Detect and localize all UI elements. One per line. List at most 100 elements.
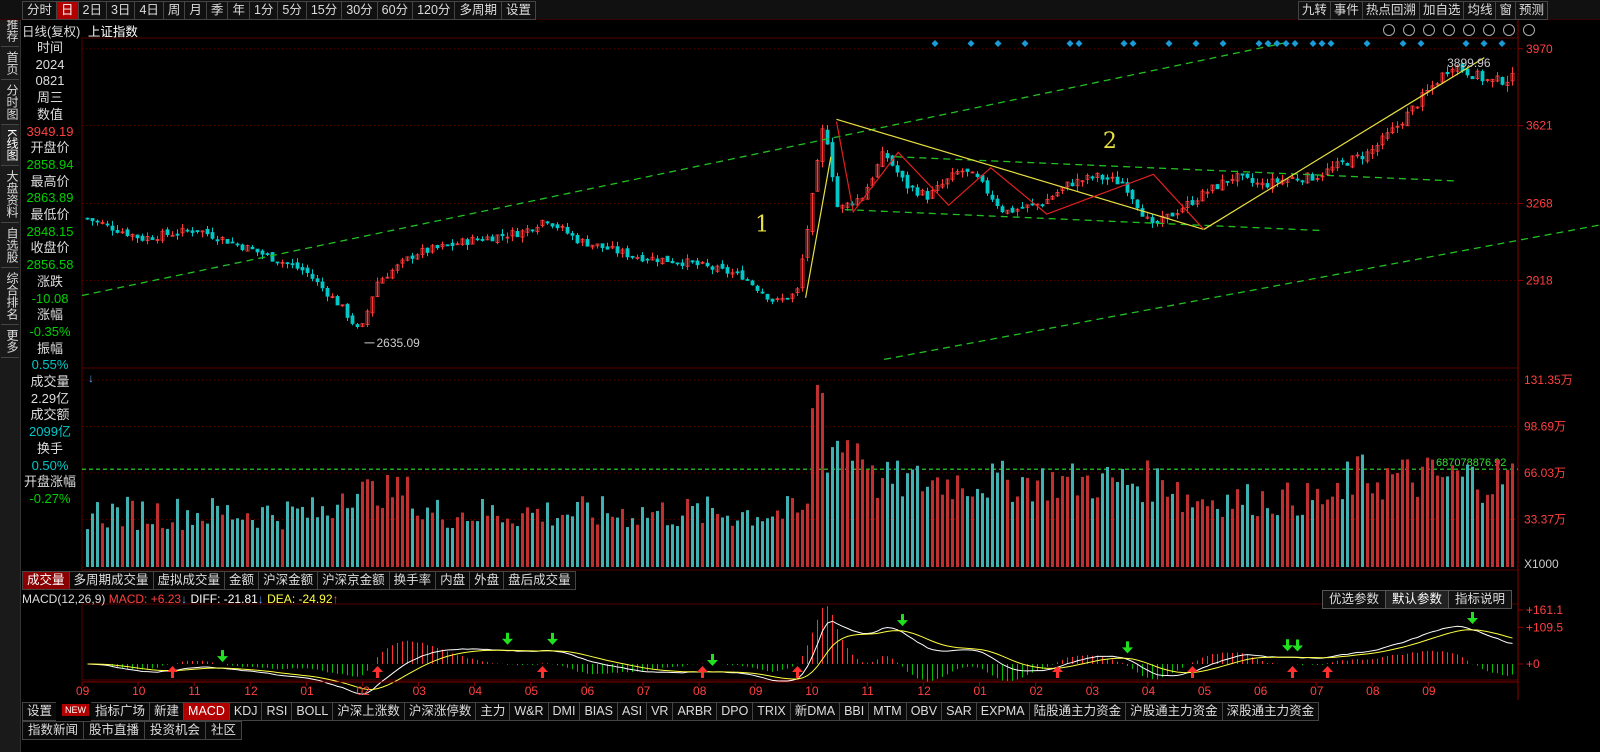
- period-button-13[interactable]: 60分: [376, 1, 413, 20]
- volume-bar: [1206, 506, 1209, 567]
- period-button-12[interactable]: 30分: [341, 1, 377, 20]
- indicator-tab-23[interactable]: SAR: [941, 702, 976, 721]
- sidenav-item-7[interactable]: 更多: [1, 325, 19, 359]
- volume-tab-8[interactable]: 外盘: [469, 571, 504, 590]
- news-tab-3[interactable]: 社区: [205, 721, 243, 740]
- sidenav-item-5[interactable]: 自选股: [1, 223, 19, 269]
- sidenav-item-6[interactable]: 综合排名: [1, 268, 19, 326]
- period-button-4[interactable]: 4日: [134, 1, 163, 20]
- indicator-tab-5[interactable]: KDJ: [228, 702, 262, 721]
- period-button-15[interactable]: 多周期: [454, 1, 501, 20]
- volume-bar: [1106, 466, 1109, 567]
- volume-tab-4[interactable]: 沪深金额: [258, 571, 318, 590]
- candle-body: [150, 237, 155, 240]
- period-button-0[interactable]: 分时: [22, 1, 57, 20]
- indicator-tab-9[interactable]: 沪深涨停数: [403, 702, 476, 721]
- volume-tab-5[interactable]: 沪深京金额: [317, 571, 389, 590]
- volume-bar: [246, 513, 249, 567]
- indicator-tab-17[interactable]: DPO: [716, 702, 753, 721]
- volume-bar: [411, 508, 414, 567]
- indicator-tab-27[interactable]: 深股通主力资金: [1221, 702, 1320, 721]
- chart-canvas[interactable]: 39703621326829182635.093899.9612131.35万9…: [0, 0, 1600, 752]
- indicator-tab-4[interactable]: MACD: [183, 702, 229, 721]
- period-button-2[interactable]: 2日: [77, 1, 106, 20]
- indicator-tab-2[interactable]: 指标广场: [91, 702, 150, 721]
- news-tab-2[interactable]: 投资机会: [144, 721, 206, 740]
- indicator-tab-10[interactable]: 主力: [475, 702, 510, 721]
- volume-tab-1[interactable]: 多周期成交量: [68, 571, 153, 590]
- volume-tab-9[interactable]: 盘后成交量: [503, 571, 576, 590]
- buy-arrow-icon: [697, 666, 708, 678]
- period-button-9[interactable]: 1分: [248, 1, 278, 20]
- period-button-10[interactable]: 5分: [277, 1, 306, 20]
- indicator-tab-0[interactable]: 设置: [22, 702, 57, 721]
- volume-tab-0[interactable]: 成交量: [22, 571, 69, 590]
- toolbar-right-button-1[interactable]: 事件: [1329, 1, 1362, 20]
- info-label-12: 成交额: [30, 407, 70, 423]
- indicator-tab-13[interactable]: BIAS: [579, 702, 617, 721]
- toolbar-right-button-2[interactable]: 热点回溯: [1361, 1, 1419, 20]
- indicator-tab-16[interactable]: ARBR: [672, 702, 717, 721]
- chart-mode[interactable]: 日线(复权): [22, 25, 80, 39]
- volume-bar: [1331, 496, 1334, 567]
- toolbar-right-button-0[interactable]: 九转: [1297, 1, 1330, 20]
- sidenav-item-4[interactable]: 大盘资料: [1, 166, 19, 224]
- indicator-tab-14[interactable]: ASI: [616, 702, 647, 721]
- indicator-tab-8[interactable]: 沪深上涨数: [332, 702, 404, 721]
- pencil-icon: [1403, 24, 1415, 36]
- macd-button-1[interactable]: 默认参数: [1384, 590, 1448, 609]
- news-tab-1[interactable]: 股市直播: [83, 721, 145, 740]
- period-button-8[interactable]: 年: [227, 1, 249, 20]
- volume-bar: [1336, 483, 1339, 567]
- period-button-11[interactable]: 15分: [305, 1, 342, 20]
- macd-button-0[interactable]: 优选参数: [1321, 590, 1385, 609]
- candle-body: [1310, 173, 1315, 181]
- indicator-tab-19[interactable]: 新DMA: [789, 702, 840, 721]
- indicator-tab-21[interactable]: MTM: [868, 702, 906, 721]
- candle-body: [260, 250, 265, 255]
- indicator-tab-20[interactable]: BBI: [839, 702, 869, 721]
- signal-diamond: [1309, 40, 1317, 47]
- period-button-3[interactable]: 3日: [105, 1, 135, 20]
- indicator-tab-15[interactable]: VR: [646, 702, 673, 721]
- info-value-3: 3949.19: [26, 123, 74, 139]
- indicator-tab-26[interactable]: 沪股通主力资金: [1125, 702, 1222, 721]
- indicator-tab-24[interactable]: EXPMA: [975, 702, 1029, 721]
- indicator-tab-1[interactable]: NEW: [62, 704, 90, 716]
- volume-tab-2[interactable]: 虚拟成交量: [152, 571, 225, 590]
- month-label-0: 09: [76, 684, 90, 698]
- period-button-16[interactable]: 设置: [500, 1, 536, 20]
- volume-bar: [1481, 502, 1484, 567]
- toolbar-right-button-5[interactable]: 窗: [1495, 1, 1515, 20]
- macd-button-2[interactable]: 指标说明: [1447, 590, 1512, 609]
- candle-body: [285, 262, 290, 265]
- volume-tab-3[interactable]: 金额: [224, 571, 259, 590]
- toolbar-right-button-4[interactable]: 均线: [1463, 1, 1496, 20]
- period-button-1[interactable]: 日: [56, 1, 78, 20]
- indicator-tab-12[interactable]: DMI: [547, 702, 580, 721]
- volume-bar: [226, 505, 229, 567]
- period-button-6[interactable]: 月: [184, 1, 206, 20]
- news-tab-0[interactable]: 指数新闻: [22, 721, 84, 740]
- toolbar-right-button-3[interactable]: 加自选: [1418, 1, 1464, 20]
- indicator-tab-22[interactable]: OBV: [905, 702, 942, 721]
- period-button-5[interactable]: 周: [162, 1, 185, 20]
- candle-body: [1120, 181, 1125, 184]
- sidenav-item-2[interactable]: 分时图: [1, 80, 19, 125]
- period-button-7[interactable]: 季: [205, 1, 228, 20]
- sidenav-item-1[interactable]: 首页: [1, 47, 19, 80]
- volume-tab-6[interactable]: 换手率: [388, 571, 436, 590]
- indicator-tab-3[interactable]: 新建: [149, 702, 184, 721]
- price-axis-label-2: 3268: [1526, 196, 1553, 210]
- period-button-14[interactable]: 120分: [412, 1, 455, 20]
- info-value-11: 2.29亿: [30, 390, 70, 406]
- indicator-tab-25[interactable]: 陆股通主力资金: [1028, 702, 1126, 721]
- indicator-tab-11[interactable]: W&R: [509, 702, 548, 721]
- toolbar-right-button-6[interactable]: 预测: [1514, 1, 1548, 20]
- volume-bar: [111, 503, 114, 567]
- volume-tab-7[interactable]: 内盘: [435, 571, 470, 590]
- sidenav-item-3[interactable]: K线图: [1, 125, 19, 167]
- indicator-tab-7[interactable]: BOLL: [291, 702, 333, 721]
- indicator-tab-6[interactable]: RSI: [261, 702, 292, 721]
- indicator-tab-18[interactable]: TRIX: [752, 702, 790, 721]
